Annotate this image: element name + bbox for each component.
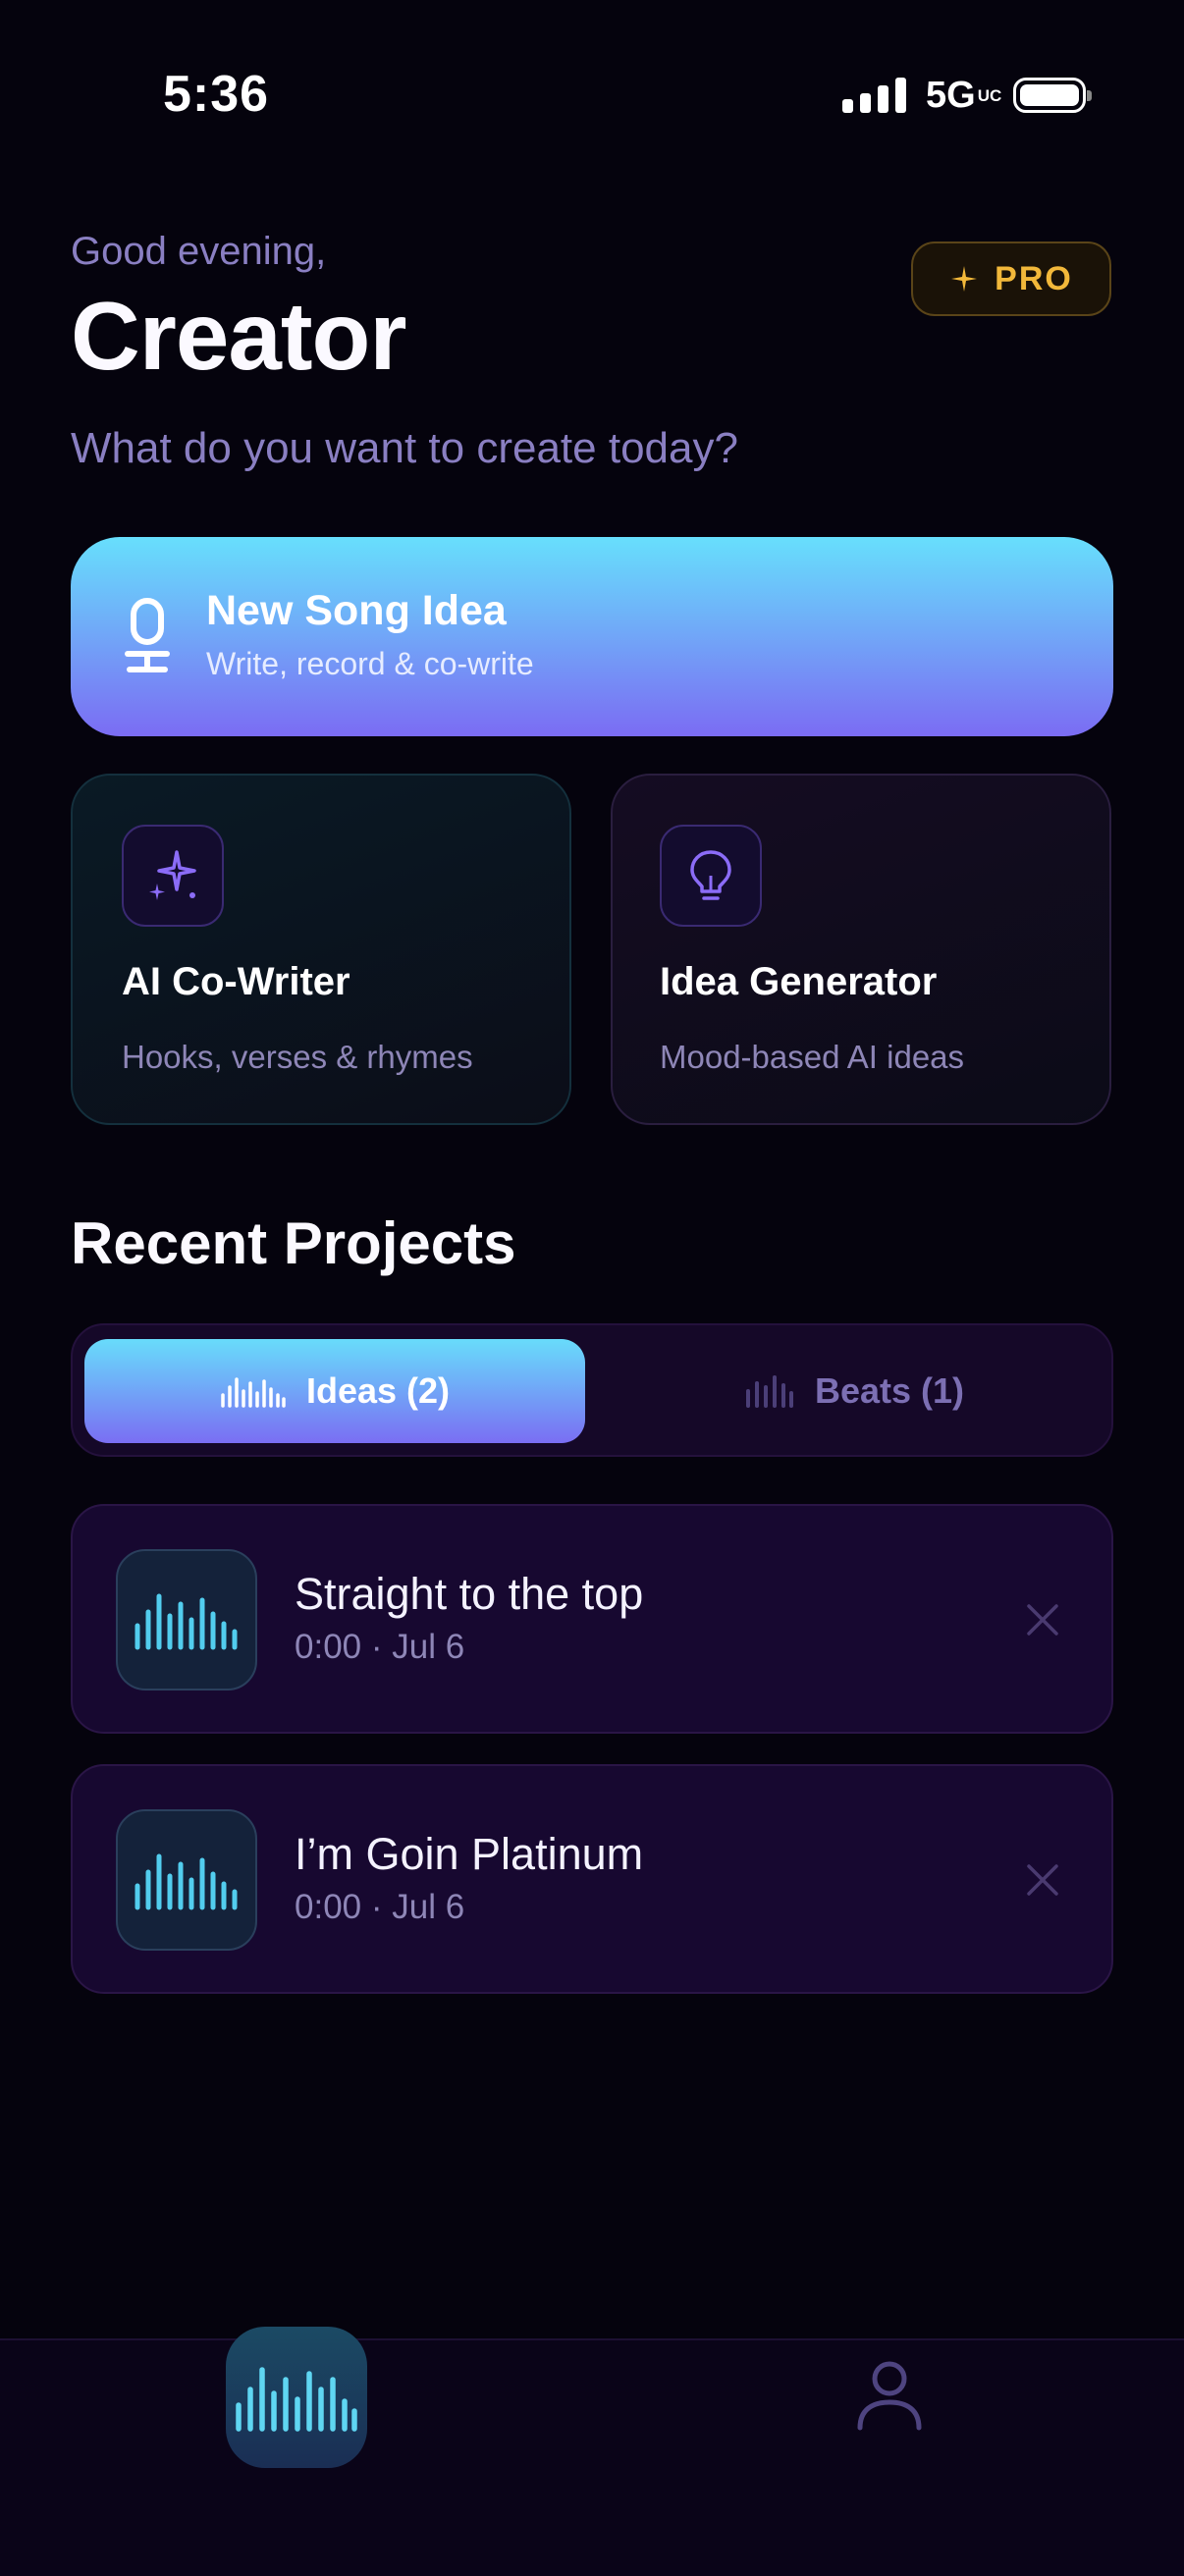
- bottom-nav: [0, 2338, 1184, 2576]
- card-title: Idea Generator: [660, 960, 938, 1003]
- new-song-subtitle: Write, record & co-write: [206, 646, 534, 681]
- project-row[interactable]: I’m Goin Platinum 0:00 · Jul 6: [71, 1764, 1113, 1994]
- project-title: Straight to the top: [295, 1569, 644, 1619]
- network-suffix: UC: [977, 85, 1002, 105]
- status-indicators: 5G UC: [842, 71, 1092, 120]
- card-title: AI Co-Writer: [122, 960, 350, 1003]
- card-icon-box: [660, 825, 762, 927]
- close-icon[interactable]: [1023, 1600, 1062, 1639]
- signal-icon: [842, 78, 906, 113]
- project-thumbnail: [116, 1549, 257, 1690]
- sparkles-icon: [149, 850, 196, 900]
- nav-item-profile[interactable]: [850, 2356, 929, 2435]
- status-time: 5:36: [163, 66, 270, 123]
- tab-label: Beats (1): [814, 1370, 965, 1411]
- waveform-icon: [745, 1375, 793, 1408]
- pro-label: PRO: [995, 259, 1073, 297]
- network-indicator: 5G UC: [926, 74, 1002, 117]
- card-subtitle: Mood-based AI ideas: [660, 1039, 965, 1075]
- greeting-text: Good evening,: [71, 230, 327, 273]
- card-subtitle: Hooks, verses & rhymes: [122, 1039, 473, 1075]
- sparkle-icon: [951, 266, 978, 292]
- profile-icon: [857, 2361, 922, 2431]
- ai-co-writer-card[interactable]: AI Co-Writer Hooks, verses & rhymes: [71, 774, 571, 1125]
- project-row[interactable]: Straight to the top 0:00 · Jul 6: [71, 1504, 1113, 1734]
- project-meta: 0:00 · Jul 6: [295, 1888, 465, 1926]
- idea-generator-card[interactable]: Idea Generator Mood-based AI ideas: [611, 774, 1111, 1125]
- waveform-icon: [135, 1853, 238, 1910]
- page-title: Creator: [71, 282, 407, 390]
- battery-icon: [1012, 78, 1092, 113]
- new-song-title: New Song Idea: [206, 587, 507, 634]
- pro-badge-button[interactable]: PRO: [911, 242, 1111, 316]
- waveform-icon: [135, 1593, 238, 1650]
- subtitle: What do you want to create today?: [71, 424, 738, 472]
- lightbulb-icon: [690, 850, 731, 900]
- waveform-icon: [236, 2367, 357, 2432]
- section-title-recent-projects: Recent Projects: [71, 1210, 516, 1276]
- network-label: 5G: [926, 74, 976, 116]
- close-icon[interactable]: [1023, 1860, 1062, 1900]
- tab-ideas[interactable]: Ideas (2): [84, 1339, 585, 1443]
- project-title: I’m Goin Platinum: [295, 1829, 644, 1879]
- project-meta: 0:00 · Jul 6: [295, 1628, 465, 1666]
- tab-beats[interactable]: Beats (1): [609, 1339, 1100, 1443]
- tab-label: Ideas (2): [305, 1370, 451, 1411]
- nav-item-studio[interactable]: [226, 2327, 367, 2468]
- waveform-icon: [221, 1377, 286, 1408]
- card-icon-box: [122, 825, 224, 927]
- new-song-idea-button[interactable]: [71, 537, 1113, 736]
- microphone-icon: [125, 598, 170, 672]
- project-thumbnail: [116, 1809, 257, 1951]
